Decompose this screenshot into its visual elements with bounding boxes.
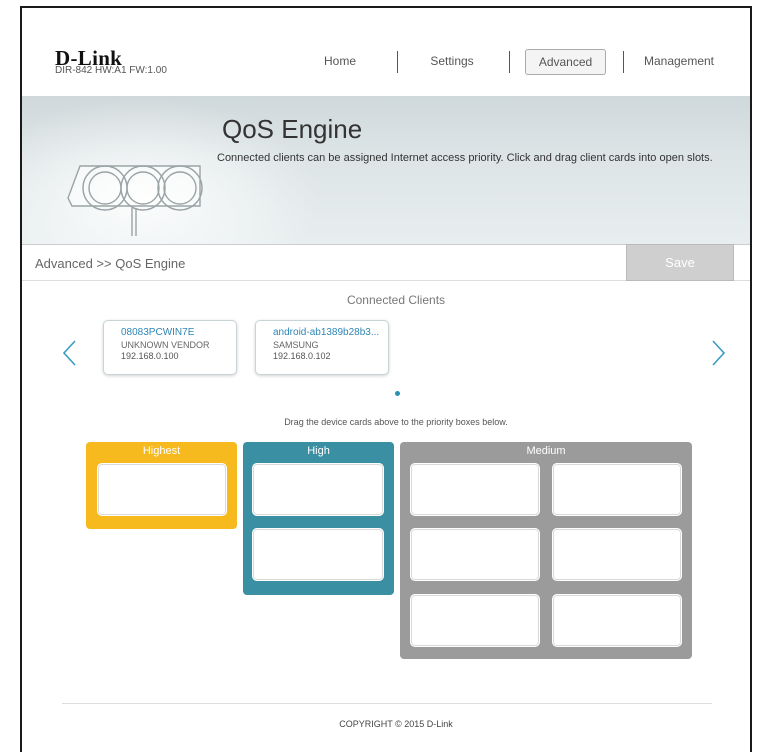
priority-slot[interactable] (410, 528, 540, 581)
header: D-Link DIR-842 HW:A1 FW:1.00 Home Settin… (22, 8, 750, 98)
priority-slot[interactable] (252, 463, 384, 516)
client-card[interactable]: android-ab1389b28b3... SAMSUNG 192.168.0… (255, 320, 389, 375)
client-vendor: SAMSUNG (273, 340, 319, 350)
page-title: QoS Engine (222, 114, 363, 144)
copyright: COPYRIGHT © 2015 D-Link (339, 719, 453, 729)
priority-slot[interactable] (552, 594, 682, 647)
client-name: 08083PCWIN7E (121, 327, 195, 338)
client-ip: 192.168.0.102 (273, 351, 331, 361)
priority-box-high: High (243, 442, 394, 595)
breadcrumb-bar: Advanced >> QoS Engine Save (22, 244, 750, 281)
nav-separator (509, 51, 510, 73)
nav-advanced[interactable]: Advanced (525, 49, 606, 75)
nav-home[interactable]: Home (312, 49, 368, 75)
client-name: android-ab1389b28b3... (273, 327, 380, 338)
chevron-left-icon[interactable] (60, 338, 80, 368)
nav-management[interactable]: Management (639, 49, 719, 75)
nav-settings[interactable]: Settings (424, 49, 480, 75)
router-page: D-Link DIR-842 HW:A1 FW:1.00 Home Settin… (20, 6, 752, 752)
footer-divider (62, 703, 712, 704)
nav-separator (623, 51, 624, 73)
client-vendor: UNKNOWN VENDOR (121, 340, 210, 350)
main-nav: Home Settings Advanced Management (22, 49, 750, 75)
priority-box-medium: Medium (400, 442, 692, 659)
chevron-right-icon[interactable] (708, 338, 728, 368)
priority-slot[interactable] (410, 463, 540, 516)
priority-label: High (307, 445, 330, 457)
priority-label: Highest (142, 445, 181, 457)
priority-box-highest: Highest (86, 442, 237, 529)
priority-slot[interactable] (410, 594, 540, 647)
save-button[interactable]: Save (626, 244, 734, 281)
client-card[interactable]: 08083PCWIN7E UNKNOWN VENDOR 192.168.0.10… (103, 320, 237, 375)
carousel-page-dot[interactable] (395, 391, 400, 396)
connected-clients-title: Connected Clients (346, 293, 446, 307)
priority-slot[interactable] (97, 463, 227, 516)
priority-slot[interactable] (552, 528, 682, 581)
qos-illustration-icon (67, 165, 203, 236)
drag-hint: Drag the device cards above to the prior… (284, 417, 508, 427)
page-banner: QoS Engine Connected clients can be assi… (22, 96, 750, 244)
breadcrumb: Advanced >> QoS Engine (35, 256, 186, 271)
priority-label: Medium (526, 445, 566, 457)
nav-separator (397, 51, 398, 73)
priority-slot[interactable] (252, 528, 384, 581)
page-description: Connected clients can be assigned Intern… (217, 152, 713, 164)
priority-slot[interactable] (552, 463, 682, 516)
client-ip: 192.168.0.100 (121, 351, 179, 361)
